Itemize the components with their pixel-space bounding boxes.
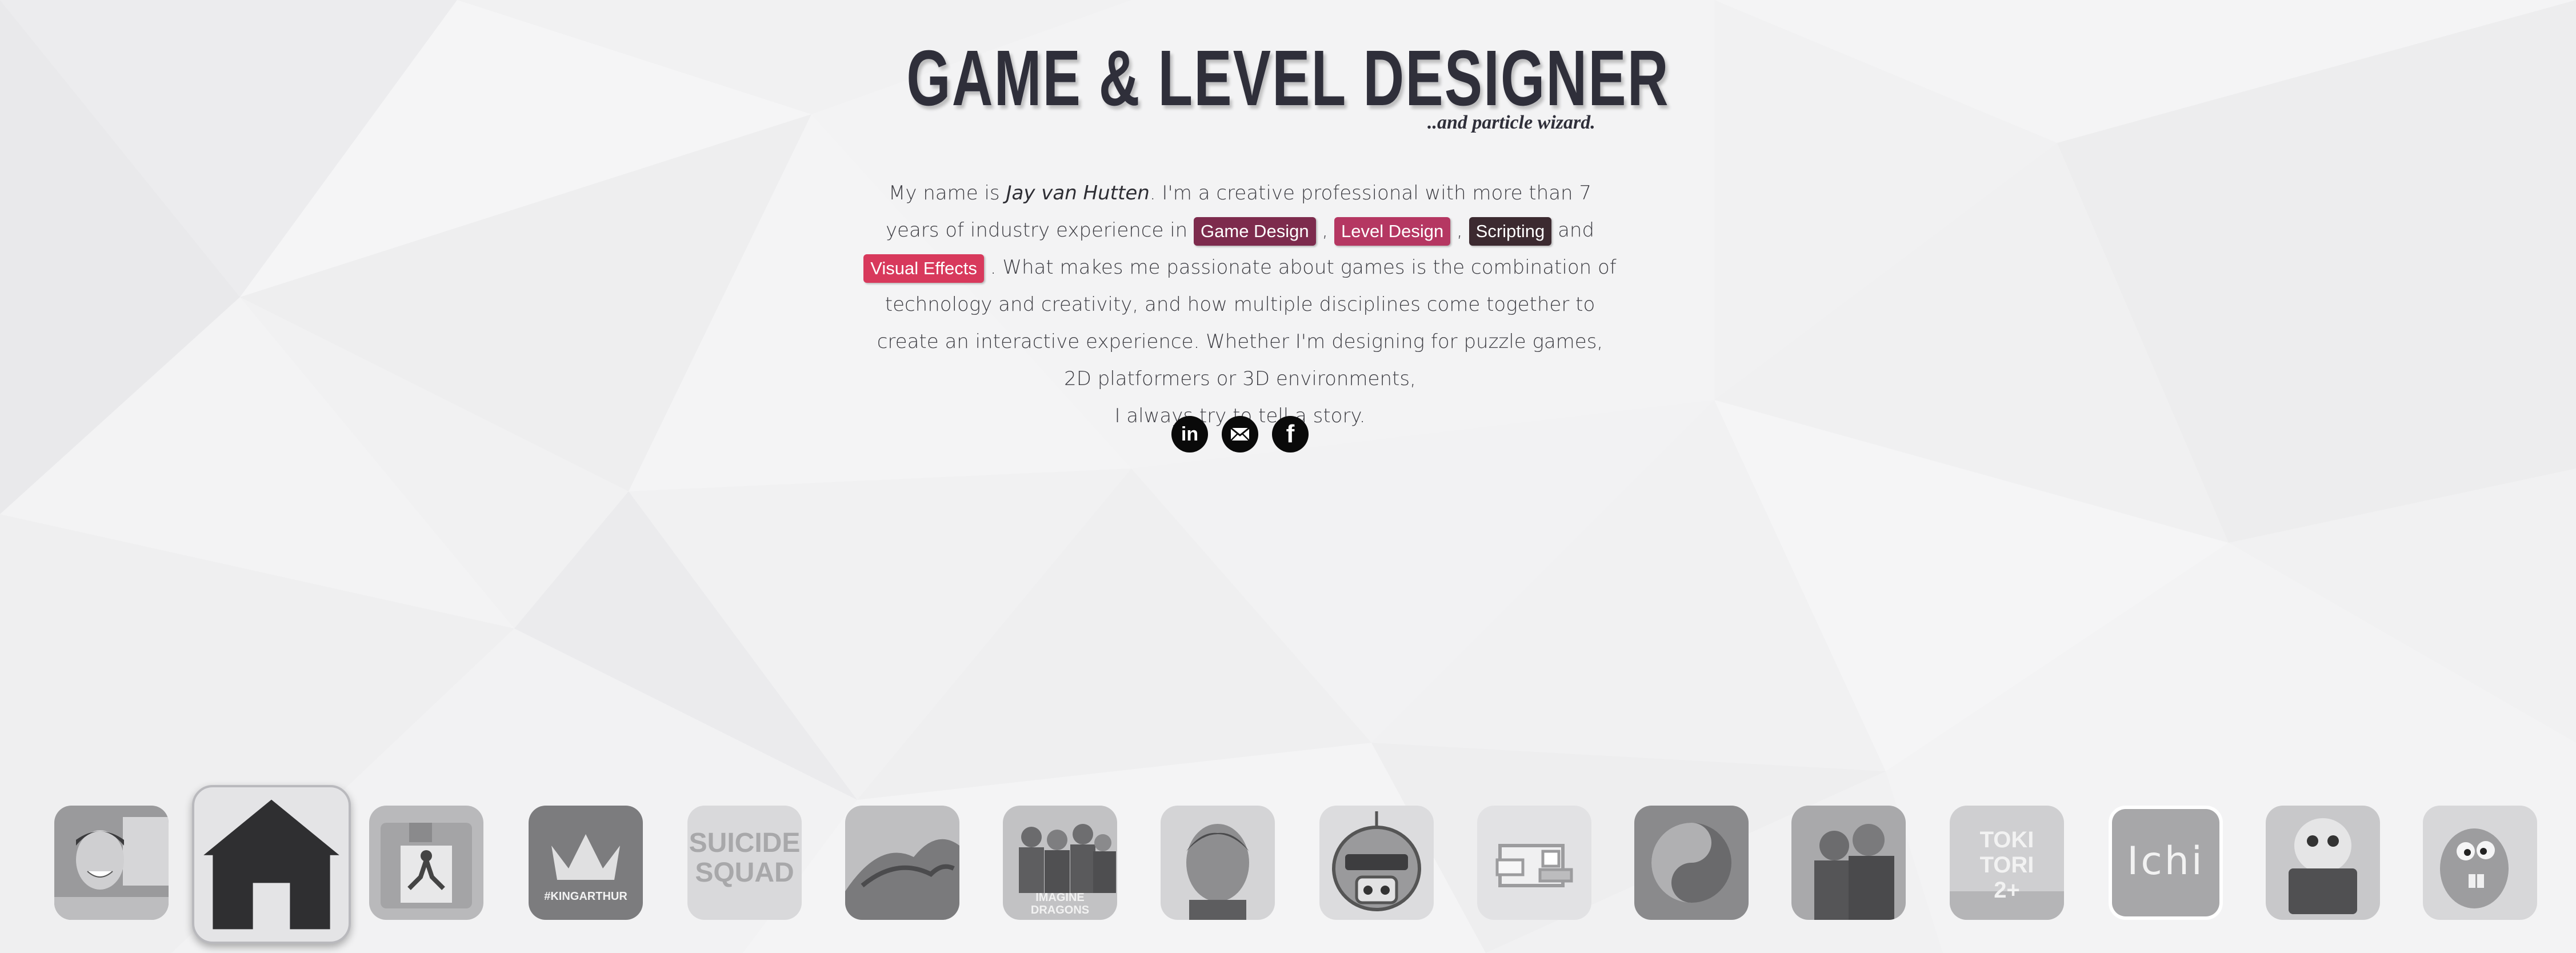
bio-sep-2: , [1450,219,1469,242]
facebook-icon[interactable]: f [1272,416,1309,453]
robot-character-image [1319,806,1434,920]
project-dock: #KINGARTHUR SUICIDE SQUAD IMAGINE DRAGON… [0,783,2576,953]
tag-level-design[interactable]: Level Design [1334,217,1451,246]
flappy-bird-image [1477,806,1591,920]
tag-game-design[interactable]: Game Design [1194,217,1316,246]
bio-part-1: My name is [888,182,1006,205]
bio-text: My name is Jay van Hutten. I'm a creativ… [863,175,1617,435]
mascot-image [2266,806,2380,920]
dock-item-ichi[interactable]: Ichi [2109,806,2223,920]
dock-item-flappy-bird[interactable] [1477,806,1591,920]
bio-sep-3: and [1551,219,1595,242]
dock-item-ice-age[interactable] [2423,806,2537,920]
linkedin-icon[interactable]: in [1171,416,1208,453]
ice-age-image [2423,806,2537,920]
exit-game-image [369,806,483,920]
dragon-image [845,806,959,920]
bio-sep-1: , [1315,219,1334,242]
dock-item-profile-photo[interactable] [54,806,169,920]
dock-item-maze-runner[interactable] [1161,806,1275,920]
bio-part-3: . What makes me passionate about games i… [877,256,1617,390]
bio-name: Jay van Hutten [1006,182,1150,205]
home-icon [203,799,339,930]
imagine-dragons-label: IMAGINE DRAGONS [1030,891,1090,916]
tag-visual-effects[interactable]: Visual Effects [863,254,984,283]
page-title: GAME & LEVEL DESIGNER [906,34,1670,122]
dock-item-mascot[interactable] [2266,806,2380,920]
ichi-label: Ichi [2127,839,2205,884]
dock-item-imagine-dragons[interactable]: IMAGINE DRAGONS [1003,806,1117,920]
dock-item-soldiers[interactable] [1791,806,1906,920]
social-links: in f [1171,416,1309,453]
linkedin-glyph: in [1181,423,1199,445]
profile-photo-image [54,806,169,920]
king-arthur-label: #KINGARTHUR [544,890,627,903]
dock-item-dragon[interactable] [845,806,959,920]
tag-scripting[interactable]: Scripting [1469,217,1552,246]
email-icon[interactable] [1222,416,1258,453]
dock-item-exit-game[interactable] [369,806,483,920]
dock-item-toki-tori[interactable]: TOKI TORI 2+ [1950,806,2064,920]
toki-tori-label: TOKI TORI 2+ [1979,827,2034,903]
facebook-glyph: f [1286,420,1295,448]
yin-yang-image [1634,806,1749,920]
soldiers-image [1791,806,1906,920]
envelope-icon [1230,427,1250,441]
dock-item-home[interactable] [192,785,351,944]
dock-item-robot-character[interactable] [1319,806,1434,920]
dock-item-king-arthur[interactable]: #KINGARTHUR [529,806,643,920]
suicide-squad-label: SUICIDE SQUAD [689,828,801,888]
maze-runner-image [1161,806,1275,920]
dock-item-suicide-squad[interactable]: SUICIDE SQUAD [687,806,802,920]
page-subtitle: ..and particle wizard. [1427,112,1595,133]
dock-item-yin-yang[interactable] [1634,806,1749,920]
